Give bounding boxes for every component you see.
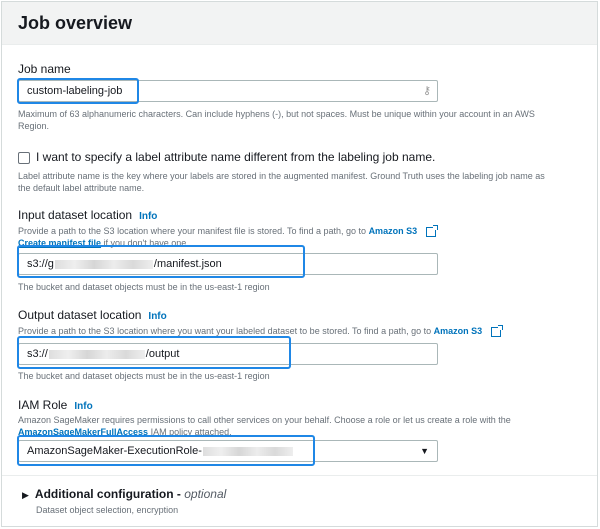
label-attribute-hint: Label attribute name is the key where yo… xyxy=(18,171,545,193)
output-region-note: The bucket and dataset objects must be i… xyxy=(18,371,270,381)
iam-role-hint: Amazon SageMaker requires permissions to… xyxy=(18,415,511,425)
job-overview-panel: Job overview Job name custom-labeling-jo… xyxy=(1,1,598,527)
panel-title: Job overview xyxy=(18,13,133,33)
job-name-hint: Maximum of 63 alphanumeric characters. C… xyxy=(18,109,535,131)
input-dataset-hint: Provide a path to the S3 location where … xyxy=(18,224,438,237)
input-dataset-label: Input dataset location xyxy=(18,208,133,222)
output-dataset-info-link[interactable]: Info xyxy=(148,311,166,322)
caret-down-icon: ▼ xyxy=(420,446,429,456)
output-dataset-label-row: Output dataset location Info xyxy=(18,308,167,322)
iam-role-info-link[interactable]: Info xyxy=(74,401,92,412)
input-amazon-s3-link[interactable]: Amazon S3 xyxy=(369,226,418,236)
job-name-highlight xyxy=(17,78,139,104)
caret-right-icon: ▶ xyxy=(22,490,29,500)
additional-config-title: Additional configuration xyxy=(34,487,174,501)
iam-role-label: IAM Role xyxy=(18,398,68,412)
panel-header: Job overview xyxy=(2,2,597,45)
input-dataset-highlight xyxy=(17,245,305,278)
additional-config-subtitle: Dataset object selection, encryption xyxy=(36,505,179,515)
output-dataset-highlight xyxy=(17,336,291,369)
input-region-note: The bucket and dataset objects must be i… xyxy=(18,282,270,292)
section-divider xyxy=(2,475,597,476)
output-amazon-s3-link[interactable]: Amazon S3 xyxy=(434,326,483,336)
iam-role-label-row: IAM Role Info xyxy=(18,398,93,412)
label-attribute-checkbox[interactable] xyxy=(18,152,30,164)
job-name-label: Job name xyxy=(18,62,71,76)
autofill-key-icon: ⚷ xyxy=(422,85,431,97)
output-dataset-label: Output dataset location xyxy=(18,308,142,322)
input-dataset-info-link[interactable]: Info xyxy=(139,211,157,222)
label-attribute-checkbox-label[interactable]: I want to specify a label attribute name… xyxy=(36,150,435,164)
iam-role-highlight xyxy=(17,435,315,466)
additional-config-toggle[interactable]: ▶ Additional configuration - optional xyxy=(22,487,226,501)
external-link-icon xyxy=(425,224,438,237)
input-dataset-label-row: Input dataset location Info xyxy=(18,208,157,222)
additional-config-optional: optional xyxy=(184,487,227,501)
external-link-icon xyxy=(490,324,503,337)
